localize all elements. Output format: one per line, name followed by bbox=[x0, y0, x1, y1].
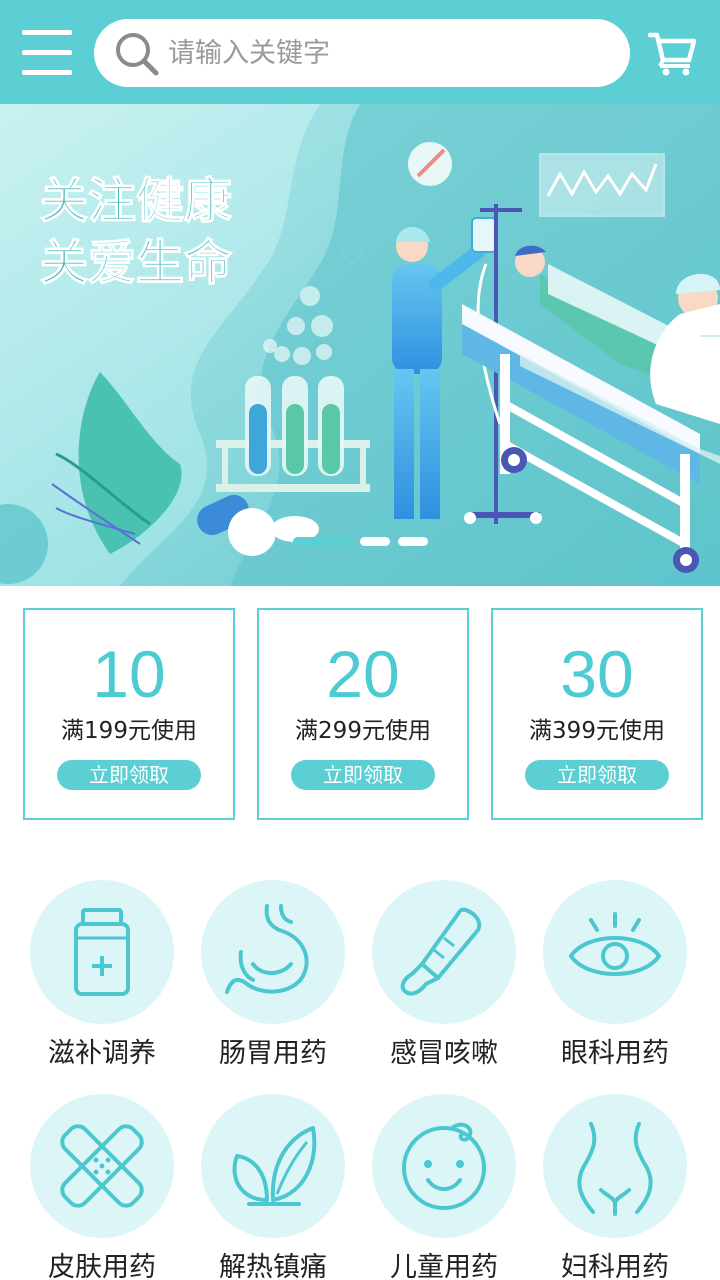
category-item[interactable]: 解热镇痛 bbox=[187, 1094, 359, 1280]
promo-banner[interactable]: 关注健康 关爱生命 bbox=[0, 104, 720, 586]
banner-headline-1: 关注健康 bbox=[40, 173, 232, 229]
bandage-icon bbox=[60, 1124, 144, 1208]
category-label: 儿童用药 bbox=[390, 1252, 498, 1280]
coupon-amount: 20 bbox=[326, 637, 400, 711]
carousel-dot[interactable] bbox=[293, 537, 351, 546]
thermometer-icon bbox=[400, 907, 482, 996]
category-item[interactable]: 眼科用药 bbox=[529, 880, 701, 1080]
category-label: 肠胃用药 bbox=[219, 1038, 327, 1069]
coupon-card: 30 满399元使用 立即领取 bbox=[491, 608, 703, 820]
category-label: 滋补调养 bbox=[48, 1038, 156, 1069]
female-body-icon bbox=[577, 1122, 653, 1216]
banner-illustration: 关注健康 关爱生命 bbox=[0, 104, 720, 586]
category-item[interactable]: 皮肤用药 bbox=[16, 1094, 188, 1280]
coupon-card: 10 满199元使用 立即领取 bbox=[23, 608, 235, 820]
banner-headline-2: 关爱生命 bbox=[40, 235, 232, 291]
carousel-dot[interactable] bbox=[398, 537, 428, 546]
category-item[interactable]: 儿童用药 bbox=[358, 1094, 530, 1280]
search-input[interactable] bbox=[168, 31, 608, 75]
leaf-icon bbox=[232, 1126, 317, 1206]
claim-coupon-button[interactable]: 立即领取 bbox=[57, 760, 201, 790]
coupon-card: 20 满299元使用 立即领取 bbox=[257, 608, 469, 820]
eye-icon bbox=[568, 912, 662, 976]
coupon-amount: 30 bbox=[560, 637, 634, 711]
category-grid: 滋补调养 肠胃用药 感冒咳嗽 眼科用药 皮肤用药 解热镇痛 儿童用药 妇科用药 bbox=[0, 878, 720, 1280]
coupon-list: 10 满199元使用 立即领取 20 满299元使用 立即领取 30 满399元… bbox=[0, 608, 720, 820]
category-label: 解热镇痛 bbox=[219, 1252, 327, 1280]
coupon-condition: 满399元使用 bbox=[529, 718, 665, 744]
search-bar[interactable] bbox=[94, 19, 630, 87]
medicine-bottle-icon bbox=[74, 908, 130, 996]
category-item[interactable]: 感冒咳嗽 bbox=[358, 880, 530, 1080]
carousel-dot[interactable] bbox=[360, 537, 390, 546]
category-item[interactable]: 肠胃用药 bbox=[187, 880, 359, 1080]
top-bar bbox=[0, 0, 720, 104]
search-icon bbox=[116, 33, 159, 76]
claim-coupon-button[interactable]: 立即领取 bbox=[525, 760, 669, 790]
category-label: 眼科用药 bbox=[561, 1038, 669, 1069]
category-item[interactable]: 滋补调养 bbox=[16, 880, 188, 1080]
menu-icon[interactable] bbox=[22, 30, 72, 76]
coupon-amount: 10 bbox=[92, 637, 166, 711]
baby-face-icon bbox=[402, 1122, 486, 1210]
category-label: 皮肤用药 bbox=[48, 1252, 156, 1280]
category-label: 妇科用药 bbox=[561, 1252, 669, 1280]
coupon-condition: 满299元使用 bbox=[295, 718, 431, 744]
cart-icon[interactable] bbox=[648, 30, 696, 76]
claim-coupon-button[interactable]: 立即领取 bbox=[291, 760, 435, 790]
carousel-indicator bbox=[0, 537, 720, 549]
category-label: 感冒咳嗽 bbox=[390, 1038, 498, 1069]
category-item[interactable]: 妇科用药 bbox=[529, 1094, 701, 1280]
stomach-icon bbox=[225, 904, 309, 994]
coupon-condition: 满199元使用 bbox=[61, 718, 197, 744]
